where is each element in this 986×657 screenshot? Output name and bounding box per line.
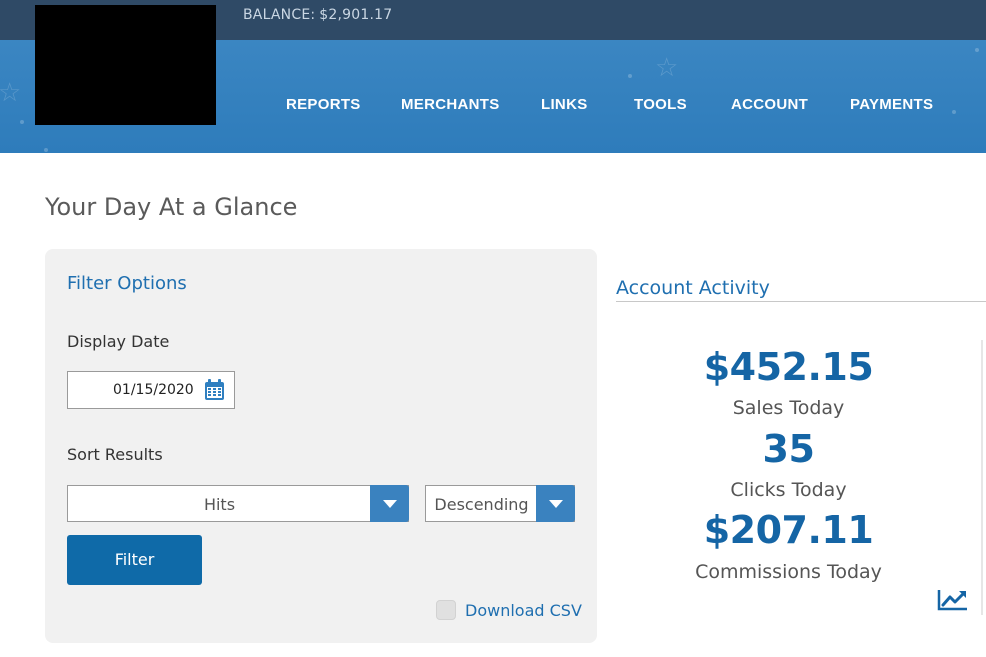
filter-panel: Filter Options Display Date 01/15/2020 S… (45, 249, 597, 643)
decorative-dot (975, 48, 979, 52)
page-title: Your Day At a Glance (45, 193, 298, 221)
clicks-today-value: 35 (762, 427, 815, 471)
decorative-dot (20, 120, 24, 124)
nav-item-reports[interactable]: REPORTS (286, 96, 361, 113)
nav-item-merchants[interactable]: MERCHANTS (401, 96, 500, 113)
sort-field-select[interactable]: Hits (67, 485, 409, 522)
nav-item-links[interactable]: LINKS (541, 96, 588, 113)
display-date-input[interactable]: 01/15/2020 (67, 371, 235, 409)
display-date-value: 01/15/2020 (113, 382, 194, 398)
balance-label: BALANCE: (243, 7, 316, 23)
sort-order-value: Descending (434, 495, 529, 514)
calendar-icon[interactable] (204, 379, 225, 401)
nav-item-tools[interactable]: TOOLS (634, 96, 687, 113)
download-csv-link[interactable]: Download CSV (465, 601, 582, 620)
display-date-label: Display Date (67, 332, 170, 351)
filter-options-heading: Filter Options (67, 273, 187, 294)
sales-today-label: Sales Today (732, 397, 845, 419)
divider (981, 340, 983, 615)
decorative-star-icon: ☆ (655, 53, 679, 83)
sort-results-label: Sort Results (67, 445, 163, 464)
commissions-today-value: $207.11 (703, 508, 874, 552)
nav-item-account[interactable]: ACCOUNT (731, 96, 808, 113)
filter-button[interactable]: Filter (67, 535, 202, 585)
decorative-dot (44, 148, 48, 152)
divider (616, 301, 986, 302)
decorative-dot (628, 74, 632, 78)
account-activity-heading: Account Activity (616, 277, 770, 299)
balance-value: $2,901.17 (319, 7, 393, 23)
sort-field-value: Hits (203, 495, 236, 514)
chevron-down-icon[interactable] (370, 485, 409, 522)
nav-item-payments[interactable]: PAYMENTS (850, 96, 933, 113)
chevron-down-icon[interactable] (536, 485, 575, 522)
sort-order-select[interactable]: Descending (425, 485, 575, 522)
clicks-today-label: Clicks Today (730, 479, 847, 501)
balance-display: BALANCE: $2,901.17 (243, 7, 392, 23)
download-csv-checkbox[interactable] (436, 600, 456, 620)
sales-today-value: $452.15 (703, 345, 874, 389)
main-nav: REPORTS MERCHANTS LINKS TOOLS ACCOUNT PA… (0, 96, 986, 114)
trend-up-icon[interactable] (937, 588, 968, 612)
commissions-today-label: Commissions Today (695, 561, 882, 583)
